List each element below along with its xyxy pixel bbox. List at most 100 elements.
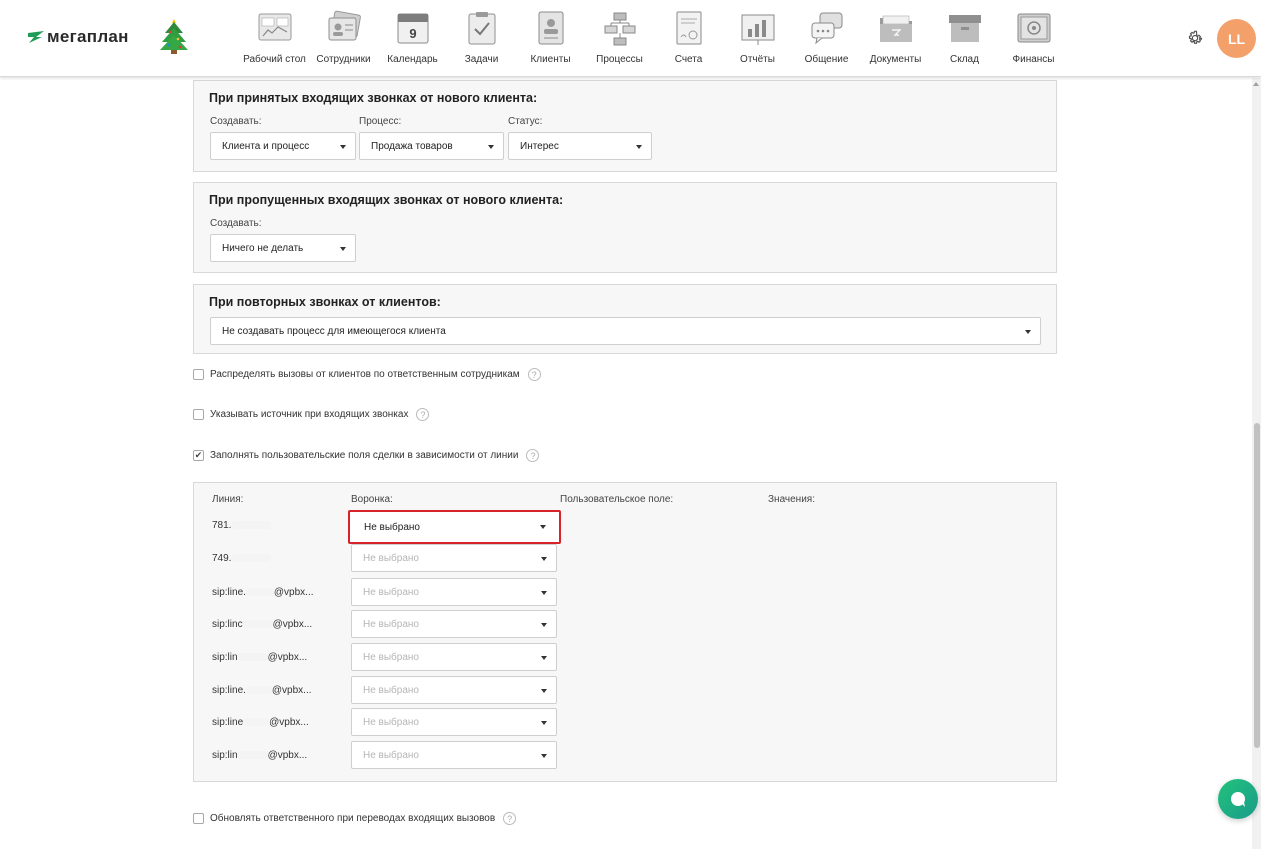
checkbox[interactable] [193,813,204,824]
line-name: sip:linc @vpbx... [212,619,312,630]
funnel-select[interactable]: Не выбрано [351,544,557,572]
source-option[interactable]: Указывать источник при входящих звонках … [193,408,430,421]
select-value: Интерес [520,140,559,152]
option-label: Указывать источник при входящих звонках [210,409,409,420]
checkbox[interactable] [193,409,204,420]
chevron-down-icon [488,145,494,149]
nav-label: Клиенты [530,54,571,65]
create-select[interactable]: Клиента и процесс [210,132,356,160]
process-select[interactable]: Продажа товаров [359,132,504,160]
nav-label: Общение [804,54,849,65]
line-suffix: @vpbx... [273,587,314,598]
help-icon[interactable]: ? [503,812,517,825]
avatar-initials: LL [1227,30,1246,47]
clients-icon [538,11,563,45]
nav-item-warehouse[interactable]: Склад [930,10,999,65]
column-header-custom-field: Пользовательское поле: [560,494,674,505]
help-icon[interactable]: ? [526,449,540,462]
select-value: Не выбрано [363,716,419,728]
nav-label: Склад [950,54,979,65]
help-icon[interactable]: ? [527,368,541,381]
column-header-funnel: Воронка: [351,494,393,505]
column-header-line: Линия: [212,494,244,505]
help-icon[interactable]: ? [416,408,430,421]
chevron-down-icon [541,557,547,561]
redacted-text [242,620,273,629]
nav-item-tasks[interactable]: Задачи [447,10,516,65]
panel-title: При пропущенных входящих звонках от ново… [209,193,564,207]
avatar[interactable]: LL [1217,19,1256,58]
select-value: Не создавать процесс для имеющегося клие… [222,325,446,337]
funnel-select[interactable]: Не выбрано [351,578,557,606]
line-name-text: 749. [212,553,232,564]
funnel-select[interactable]: Не выбрано [351,708,557,736]
line-name: sip:line. @vpbx... [212,685,312,696]
option-label: Обновлять ответственного при переводах в… [210,813,496,824]
processes-icon [604,12,635,46]
nav-item-employees[interactable]: Сотрудники [309,10,378,65]
nav-label: Счета [674,54,703,65]
employees-icon [328,10,361,41]
nav-item-processes[interactable]: Процессы [585,10,654,65]
select-value: Не выбрано [363,651,419,663]
funnel-select[interactable]: Не выбрано [351,643,557,671]
line-name-text: sip:line [212,717,244,728]
repeat-calls-select[interactable]: Не создавать процесс для имеющегося клие… [210,317,1041,345]
line-name-text: sip:lin [212,652,238,663]
nav-item-reports[interactable]: Отчёты [723,10,792,65]
funnel-select[interactable]: Не выбрано [351,676,557,704]
nav-label: Задачи [464,54,499,65]
chat-widget-button[interactable] [1218,779,1258,819]
create-label: Создавать: [210,218,262,229]
panel-title: При повторных звонках от клиентов: [209,295,441,309]
funnel-select[interactable]: Не выбрано [348,510,561,544]
checkbox[interactable] [193,369,204,380]
line-name: sip:lin @vpbx... [212,750,307,761]
select-value: Продажа товаров [371,140,453,152]
select-value: Не выбрано [364,521,420,533]
chevron-down-icon [340,145,346,149]
process-label: Процесс: [359,116,402,127]
redacted-text [231,521,272,530]
chat-bubble-icon [1231,792,1245,807]
settings-gear-icon[interactable] [1186,28,1204,51]
nav-item-finance[interactable]: Финансы [999,10,1068,65]
scroll-up-arrow-icon[interactable] [1253,82,1259,86]
panel-title: При принятых входящих звонках от нового … [209,91,538,105]
fill-fields-option[interactable]: ✔ Заполнять пользовательские поля сделки… [193,449,540,462]
nav-label: Отчёты [740,54,775,65]
redacted-text [231,554,272,563]
chevron-down-icon [541,721,547,725]
line-suffix: @vpbx... [269,717,309,728]
funnel-select[interactable]: Не выбрано [351,610,557,638]
funnel-select[interactable]: Не выбрано [351,741,557,769]
distribute-calls-option[interactable]: Распределять вызовы от клиентов по ответ… [193,368,541,381]
repeat-calls-panel: При повторных звонках от клиентов: Не со… [193,284,1057,354]
status-select[interactable]: Интерес [508,132,652,160]
calendar-icon: 9 [397,13,428,44]
nav-item-calendar[interactable]: 9 Календарь [378,10,447,65]
logo-text: мегаплан [47,27,129,46]
create-label: Создавать: [210,116,262,127]
nav-label: Сотрудники [316,54,371,65]
select-value: Клиента и процесс [222,140,310,152]
missed-create-select[interactable]: Ничего не делать [210,234,356,262]
logo[interactable]: мегаплан [27,27,129,47]
checkbox-checked[interactable]: ✔ [193,450,204,461]
christmas-tree-icon [158,18,190,59]
scrollbar-thumb[interactable] [1254,423,1260,748]
update-responsible-option[interactable]: Обновлять ответственного при переводах в… [193,812,517,825]
line-suffix: @vpbx... [271,685,312,696]
chevron-down-icon [541,591,547,595]
top-navigation-bar: мегаплан Рабочий стол Сотрудники 9 Кален… [0,0,1261,77]
line-name-text: sip:linc [212,619,243,630]
missed-calls-panel: При пропущенных входящих звонках от ново… [193,182,1057,273]
select-value: Не выбрано [363,618,419,630]
nav-label: Календарь [387,54,438,65]
nav-item-chat[interactable]: Общение [792,10,861,65]
nav-item-dashboard[interactable]: Рабочий стол [240,10,309,65]
nav-item-invoices[interactable]: Счета [654,10,723,65]
nav-item-clients[interactable]: Клиенты [516,10,585,65]
nav-item-documents[interactable]: Документы [861,10,930,65]
redacted-text [237,653,268,662]
